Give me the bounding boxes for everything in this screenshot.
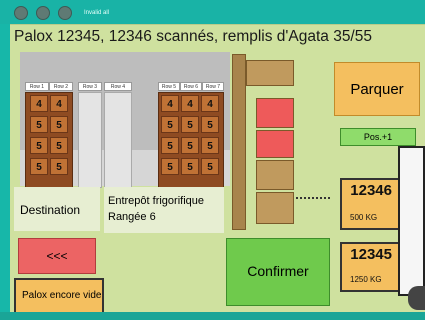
- rack-cell[interactable]: 5: [161, 158, 179, 175]
- rack-cell[interactable]: 5: [201, 116, 219, 133]
- rack-right[interactable]: 4 4 4 5 5 5 5 5 5 5 5 5: [158, 92, 224, 188]
- palox-empty-label: Palox encore vide: [22, 290, 102, 301]
- avatar-icon: [58, 6, 72, 20]
- rack-cell[interactable]: 4: [30, 95, 48, 112]
- rack-cell[interactable]: 5: [50, 158, 68, 175]
- palox-empty-button[interactable]: Palox encore vide: [14, 278, 104, 314]
- connector-line: [296, 197, 330, 199]
- row-label: Row 1: [25, 82, 49, 91]
- rack-cell[interactable]: 5: [30, 137, 48, 154]
- rack-cell[interactable]: 5: [201, 158, 219, 175]
- status-dot-icon: [14, 6, 28, 20]
- truck-wheel-icon: [408, 286, 425, 310]
- stack-box-selected[interactable]: [256, 130, 294, 158]
- rack-cell[interactable]: 5: [201, 137, 219, 154]
- destination-label: Destination: [20, 203, 81, 217]
- row-label: Row 3: [78, 82, 102, 91]
- rack-cell[interactable]: 5: [50, 137, 68, 154]
- palox-id: 12345: [350, 246, 392, 263]
- palox-weight: 500 KG: [350, 213, 378, 222]
- bottom-strip: [0, 312, 425, 320]
- row-label: Row 4: [104, 82, 132, 91]
- stack-side: [232, 54, 246, 230]
- row-label: Row 6: [180, 82, 202, 91]
- rack-cell[interactable]: 4: [161, 95, 179, 112]
- rack-cell[interactable]: 4: [50, 95, 68, 112]
- rack-left[interactable]: 4 4 5 5 5 5 5 5: [25, 92, 73, 188]
- stack-box: [256, 160, 294, 190]
- user-label: Invalid all: [84, 10, 110, 16]
- back-button[interactable]: <<<: [18, 238, 96, 274]
- truck-illustration: [398, 146, 425, 296]
- position-plus-label: Pos.+1: [363, 132, 393, 142]
- stack-box: [256, 192, 294, 224]
- position-plus-button[interactable]: Pos.+1: [340, 128, 416, 146]
- stack-box: [246, 60, 294, 86]
- park-label: Parquer: [350, 81, 404, 98]
- rack-cell[interactable]: 4: [181, 95, 199, 112]
- status-dot-icon: [36, 6, 50, 20]
- rack-cell[interactable]: 5: [181, 116, 199, 133]
- page-title: Palox 12345, 12346 scannés, remplis d'Ag…: [14, 28, 372, 45]
- rack-cell[interactable]: 4: [201, 95, 219, 112]
- empty-row[interactable]: [104, 92, 132, 188]
- palox-card[interactable]: 12346 500 KG: [340, 178, 402, 230]
- back-button-label: <<<: [46, 249, 68, 263]
- rack-cell[interactable]: 5: [30, 158, 48, 175]
- row-label: Row 7: [202, 82, 224, 91]
- destination-label-box: Destination: [14, 187, 100, 231]
- empty-row[interactable]: [78, 92, 102, 188]
- rack-cell[interactable]: 5: [161, 116, 179, 133]
- palox-weight: 1250 KG: [350, 275, 382, 284]
- destination-value-box: Entrepôt frigorifique Rangée 6: [104, 187, 224, 233]
- row-label: Row 5: [158, 82, 180, 91]
- confirm-button[interactable]: Confirmer: [226, 238, 330, 306]
- confirm-label: Confirmer: [247, 263, 309, 279]
- destination-row: Rangée 6: [108, 211, 156, 223]
- destination-warehouse: Entrepôt frigorifique: [108, 195, 204, 207]
- rack-cell[interactable]: 5: [161, 137, 179, 154]
- palox-id: 12346: [350, 182, 392, 199]
- rack-cell[interactable]: 5: [181, 158, 199, 175]
- park-button[interactable]: Parquer: [334, 62, 420, 116]
- rack-cell[interactable]: 5: [30, 116, 48, 133]
- rack-cell[interactable]: 5: [181, 137, 199, 154]
- stack-box-selected[interactable]: [256, 98, 294, 128]
- row-label: Row 2: [49, 82, 73, 91]
- rack-cell[interactable]: 5: [50, 116, 68, 133]
- palox-card[interactable]: 12345 1250 KG: [340, 242, 402, 292]
